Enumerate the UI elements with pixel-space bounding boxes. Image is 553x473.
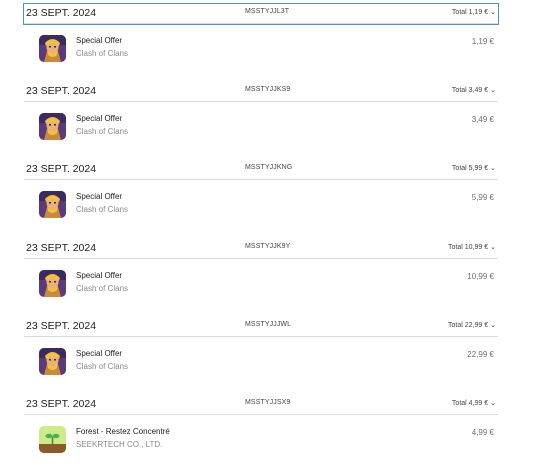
- chevron-down-icon[interactable]: ⌄: [490, 87, 496, 94]
- item-name: Special Offer: [76, 348, 123, 358]
- item-price: 3,49 €: [471, 115, 494, 125]
- order-group: 23 SEPT. 2024 MSSTYJJKNG Total 5,99 € ⌄ S…: [24, 160, 498, 238]
- item-price: 1,19 €: [471, 37, 494, 46]
- clash-of-clans-barbarian-icon: [39, 347, 66, 375]
- purchase-item[interactable]: Special Offer Clash of Clans 1,19 €: [24, 24, 498, 81]
- item-name: Special Offer: [76, 192, 123, 202]
- purchase-item[interactable]: Special Offer Clash of Clans 22,99 €: [24, 337, 498, 394]
- order-header[interactable]: 23 SEPT. 2024 MSSTYJJKS9 Total 3,49 € ⌄: [24, 82, 498, 103]
- item-name: Special Offer: [76, 114, 123, 124]
- purchase-item[interactable]: Special Offer Clash of Clans 5,99 €: [24, 180, 498, 237]
- order-group: 23 SEPT. 2024 MSSTYJJK9Y Total 10,99 € ⌄ …: [24, 239, 498, 317]
- order-group: 23 SEPT. 2024 MSSTYJJJWL Total 22,99 € ⌄ …: [24, 317, 498, 395]
- order-total[interactable]: Total 4,99 € ⌄: [452, 399, 496, 407]
- order-date: 23 SEPT. 2024: [26, 85, 97, 98]
- order-total[interactable]: Total 22,99 € ⌄: [448, 321, 496, 329]
- purchase-item[interactable]: Forest - Restez Concentré SEEKRTECH CO.,…: [24, 415, 498, 472]
- item-developer: Clash of Clans: [76, 205, 129, 215]
- forest-sprout-icon: [39, 425, 66, 453]
- item-price: 10,99 €: [467, 271, 494, 281]
- order-group: 23 SEPT. 2024 MSSTYJJSX9 Total 4,99 € ⌄ F…: [24, 395, 498, 473]
- clash-of-clans-barbarian-icon: [39, 269, 66, 297]
- chevron-down-icon[interactable]: ⌄: [490, 400, 496, 407]
- order-id: MSSTYJJSX9: [245, 398, 291, 406]
- order-id: MSSTYJJKNG: [245, 164, 293, 172]
- item-price: 4,99 €: [471, 427, 494, 437]
- clash-of-clans-barbarian-icon: [39, 113, 66, 141]
- item-developer: Clash of Clans: [76, 49, 129, 58]
- chevron-down-icon[interactable]: ⌄: [490, 165, 496, 172]
- chevron-down-icon[interactable]: ⌄: [490, 9, 496, 16]
- clash-of-clans-barbarian-icon: [39, 35, 66, 62]
- clash-of-clans-barbarian-icon: [39, 191, 66, 219]
- order-header[interactable]: 23 SEPT. 2024 MSSTYJJJWL Total 22,99 € ⌄: [24, 317, 498, 337]
- order-date: 23 SEPT. 2024: [26, 397, 97, 410]
- item-developer: Clash of Clans: [76, 127, 129, 137]
- order-total[interactable]: Total 5,99 € ⌄: [452, 164, 496, 172]
- order-total[interactable]: Total 3,49 € ⌄: [452, 86, 496, 94]
- item-name: Forest - Restez Concentré: [76, 426, 170, 436]
- item-developer: SEEKRTECH CO., LTD.: [76, 439, 163, 449]
- order-date: 23 SEPT. 2024: [26, 163, 97, 176]
- item-developer: Clash of Clans: [76, 283, 129, 293]
- order-id: MSSTYJJKS9: [245, 86, 291, 94]
- order-id: MSSTYJJL3T: [245, 8, 290, 15]
- order-header[interactable]: 23 SEPT. 2024 MSSTYJJK9Y Total 10,99 € ⌄: [24, 239, 498, 259]
- purchase-item[interactable]: Special Offer Clash of Clans 10,99 €: [24, 259, 498, 316]
- chevron-down-icon[interactable]: ⌄: [490, 244, 496, 251]
- order-group: 23 SEPT. 2024 MSSTYJJL3T Total 1,19 € ⌄ S…: [23, 3, 499, 82]
- item-name: Special Offer: [76, 270, 123, 280]
- order-date: 23 SEPT. 2024: [26, 7, 97, 19]
- item-developer: Clash of Clans: [76, 361, 129, 371]
- order-date: 23 SEPT. 2024: [26, 241, 97, 254]
- order-id: MSSTYJJK9Y: [245, 242, 291, 250]
- order-header[interactable]: 23 SEPT. 2024 MSSTYJJL3T Total 1,19 € ⌄: [23, 3, 499, 25]
- item-price: 22,99 €: [467, 349, 494, 359]
- chevron-down-icon[interactable]: ⌄: [490, 322, 496, 329]
- item-name: Special Offer: [76, 36, 123, 45]
- order-group: 23 SEPT. 2024 MSSTYJJKS9 Total 3,49 € ⌄ S…: [24, 82, 498, 160]
- order-total[interactable]: Total 10,99 € ⌄: [448, 243, 496, 251]
- order-header[interactable]: 23 SEPT. 2024 MSSTYJJSX9 Total 4,99 € ⌄: [24, 395, 498, 415]
- purchase-item[interactable]: Special Offer Clash of Clans 3,49 €: [24, 102, 498, 159]
- order-id: MSSTYJJJWL: [245, 320, 292, 328]
- item-price: 5,99 €: [471, 193, 494, 203]
- purchase-history-list: 23 SEPT. 2024 MSSTYJJL3T Total 1,19 € ⌄ S…: [23, 3, 499, 473]
- order-date: 23 SEPT. 2024: [26, 319, 97, 332]
- order-total[interactable]: Total 1,19 € ⌄: [452, 8, 496, 16]
- order-header[interactable]: 23 SEPT. 2024 MSSTYJJKNG Total 5,99 € ⌄: [24, 160, 498, 181]
